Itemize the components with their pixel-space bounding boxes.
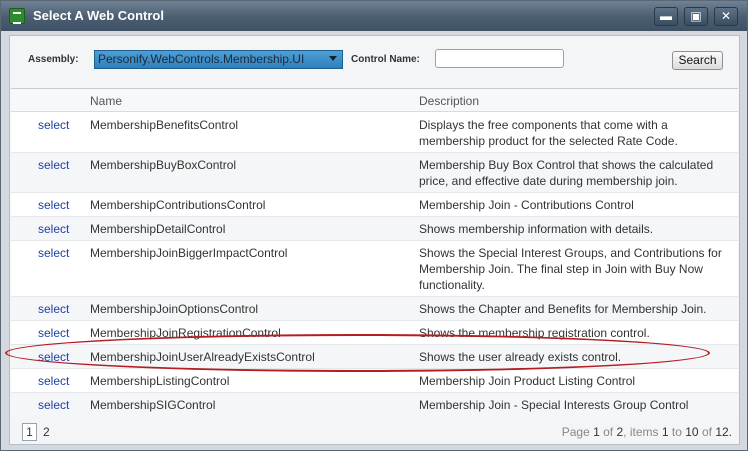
description-cell: Membership Join - Contributions Control <box>419 198 634 212</box>
control-name-cell: MembershipBenefitsControl <box>90 118 239 132</box>
control-name-cell: MembershipJoinRegistrationControl <box>90 326 281 340</box>
assembly-select[interactable]: Personify.WebControls.Membership.UI <box>94 50 343 69</box>
pager-to-word: to <box>671 425 682 439</box>
maximize-button[interactable]: ▣ <box>684 7 708 26</box>
pager: 1 2 Page 1 of 2, items 1 to 10 of 12. <box>11 417 738 443</box>
window-form-icon <box>9 8 25 24</box>
control-name-cell: MembershipJoinUserAlreadyExistsControl <box>90 350 315 364</box>
control-name-cell: MembershipContributionsControl <box>90 198 266 212</box>
description-cell: Shows the user already exists control. <box>419 350 622 364</box>
control-name-cell: MembershipBuyBoxControl <box>90 158 237 172</box>
page-button-current[interactable]: 1 <box>22 423 37 441</box>
table-row: select MembershipJoinUserAlreadyExistsCo… <box>11 345 738 369</box>
control-name-cell: MembershipJoinOptionsControl <box>90 302 259 316</box>
table-row: select MembershipBenefitsControl Display… <box>11 113 738 153</box>
pager-info: Page 1 of 2, items 1 to 10 of 12. <box>562 425 732 439</box>
select-web-control-window: Select A Web Control ▬ ▣ ✕ Assembly: Per… <box>0 0 748 451</box>
description-cell: Shows the membership registration contro… <box>419 326 650 340</box>
column-header-name[interactable]: Name <box>90 94 122 108</box>
table-row: select MembershipDetailControl Shows mem… <box>11 217 738 241</box>
select-link[interactable]: select <box>38 245 69 261</box>
window-title: Select A Web Control <box>33 8 164 23</box>
page-button-next[interactable]: 2 <box>43 425 50 439</box>
assembly-select-value: Personify.WebControls.Membership.UI <box>98 52 305 66</box>
select-link[interactable]: select <box>38 197 69 213</box>
pager-page-word: Page <box>561 425 590 439</box>
pager-of-word-2: of <box>701 425 712 439</box>
select-link[interactable]: select <box>38 325 69 341</box>
control-name-cell: MembershipSIGControl <box>90 398 216 412</box>
control-name-label: Control Name: <box>351 54 420 65</box>
pager-page-number: 1 <box>593 425 600 439</box>
pager-item-to: 10 <box>685 425 699 439</box>
pager-items-word: , items <box>623 425 659 439</box>
assembly-label: Assembly: <box>28 54 79 65</box>
table-row: select MembershipJoinBiggerImpactControl… <box>11 241 738 297</box>
dropdown-arrow-icon[interactable] <box>329 56 337 61</box>
description-cell: Membership Join Product Listing Control <box>419 374 636 388</box>
select-link[interactable]: select <box>38 117 69 133</box>
select-link[interactable]: select <box>38 221 69 237</box>
pager-of-word: of <box>603 425 614 439</box>
description-cell: Shows membership information with detail… <box>419 222 654 236</box>
control-name-cell: MembershipListingControl <box>90 374 230 388</box>
description-cell: Membership Join - Special Interests Grou… <box>419 398 689 412</box>
pager-total-items: 12. <box>715 425 732 439</box>
minimize-button[interactable]: ▬ <box>654 7 678 26</box>
description-cell: Membership Buy Box Control that shows th… <box>419 158 714 188</box>
table-row: select MembershipSIGControl Membership J… <box>11 393 738 416</box>
pager-item-from: 1 <box>661 425 669 439</box>
control-name-input[interactable] <box>435 49 564 68</box>
control-name-cell: MembershipDetailControl <box>90 222 226 236</box>
close-button[interactable]: ✕ <box>714 7 738 26</box>
select-link[interactable]: select <box>38 349 69 365</box>
table-row: select MembershipContributionsControl Me… <box>11 193 738 217</box>
table-row: select MembershipJoinOptionsControl Show… <box>11 297 738 321</box>
description-cell: Displays the free components that come w… <box>419 118 678 148</box>
column-header-description[interactable]: Description <box>419 94 479 108</box>
select-link[interactable]: select <box>38 397 69 413</box>
table-row: select MembershipBuyBoxControl Membershi… <box>11 153 738 193</box>
description-cell: Shows the Chapter and Benefits for Membe… <box>419 302 707 316</box>
title-bar[interactable]: Select A Web Control ▬ ▣ ✕ <box>1 1 747 31</box>
select-link[interactable]: select <box>38 373 69 389</box>
dialog-content: Assembly: Personify.WebControls.Membersh… <box>9 35 740 445</box>
controls-grid: Name Description select MembershipBenefi… <box>11 88 738 416</box>
grid-header: Name Description <box>11 89 738 112</box>
select-link[interactable]: select <box>38 301 69 317</box>
description-cell: Shows the Special Interest Groups, and C… <box>419 246 722 292</box>
control-name-cell: MembershipJoinBiggerImpactControl <box>90 246 288 260</box>
table-row: select MembershipListingControl Membersh… <box>11 369 738 393</box>
select-link[interactable]: select <box>38 157 69 173</box>
search-button[interactable]: Search <box>672 51 723 70</box>
table-row: select MembershipJoinRegistrationControl… <box>11 321 738 345</box>
